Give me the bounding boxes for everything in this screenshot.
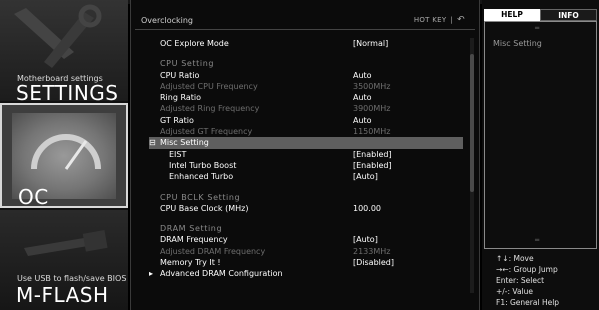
dram-frequency-value[interactable]: [Auto] [353, 234, 378, 245]
sidebar-item-settings[interactable]: Motherboard settings SETTINGS [0, 0, 128, 101]
cpu-ratio-label: CPU Ratio [160, 70, 200, 80]
adjusted-ring-frequency-label: Adjusted Ring Frequency [160, 104, 260, 114]
advanced-dram-configuration-row[interactable]: ▸ Advanced DRAM Configuration [131, 268, 471, 279]
help-tabs: HELP INFO [484, 9, 597, 21]
adjusted-gt-frequency-row: Adjusted GT Frequency 1150MHz [131, 126, 471, 137]
cpu-setting-heading-label: CPU Setting [160, 59, 215, 69]
adjusted-cpu-frequency-label: Adjusted CPU Frequency [160, 81, 258, 91]
tools-icon [14, 4, 102, 68]
enhanced-turbo-row[interactable]: Enhanced Turbo [Auto] [131, 171, 471, 182]
enhanced-turbo-label: Enhanced Turbo [169, 172, 234, 182]
adjusted-cpu-frequency-row: Adjusted CPU Frequency 3500MHz [131, 81, 471, 92]
advanced-dram-configuration-label: Advanced DRAM Configuration [160, 269, 283, 279]
eist-label: EIST [169, 149, 187, 159]
hotkey-label[interactable]: HOT KEY [414, 16, 447, 24]
cpu-base-clock-value[interactable]: 100.00 [353, 203, 381, 214]
ring-ratio-label: Ring Ratio [160, 93, 202, 103]
memory-try-it-label: Memory Try It ! [160, 258, 221, 268]
tab-info[interactable]: INFO [540, 9, 597, 21]
key-value: +/-: Value [496, 287, 534, 296]
dram-setting-heading: DRAM Setting [131, 223, 471, 234]
dram-frequency-label: DRAM Frequency [160, 235, 228, 245]
gt-ratio-value[interactable]: Auto [353, 115, 372, 126]
key-move: ↑↓: Move [496, 254, 534, 263]
adjusted-gt-frequency-label: Adjusted GT Frequency [160, 127, 253, 137]
breadcrumb: Overclocking [141, 16, 193, 25]
dram-frequency-row[interactable]: DRAM Frequency [Auto] [131, 234, 471, 245]
cpu-base-clock-row[interactable]: CPU Base Clock (MHz) 100.00 [131, 203, 471, 214]
help-text: Misc Setting [493, 39, 542, 48]
memory-try-it-row[interactable]: Memory Try It ! [Disabled] [131, 257, 471, 268]
key-general-help: F1: General Help [496, 298, 560, 307]
ring-ratio-row[interactable]: Ring Ratio Auto [131, 92, 471, 103]
ring-ratio-value[interactable]: Auto [353, 92, 372, 103]
usb-icon [24, 230, 108, 256]
settings-title: SETTINGS [16, 81, 119, 101]
adjusted-cpu-frequency-value: 3500MHz [353, 81, 391, 91]
header-divider [135, 29, 475, 30]
oc-explore-mode-label: OC Explore Mode [160, 39, 229, 48]
mflash-title: M-FLASH [16, 283, 109, 307]
eist-value[interactable]: [Enabled] [353, 149, 392, 160]
intel-turbo-boost-value[interactable]: [Enabled] [353, 160, 392, 171]
cpu-bclk-setting-heading: CPU BCLK Setting [131, 192, 471, 203]
mflash-subtitle: Use USB to flash/save BIOS [17, 274, 127, 283]
intel-turbo-boost-row[interactable]: Intel Turbo Boost [Enabled] [131, 160, 471, 171]
key-select: Enter: Select [496, 276, 545, 285]
adjusted-dram-frequency-label: Adjusted DRAM Frequency [160, 246, 266, 256]
cpu-bclk-setting-heading-label: CPU BCLK Setting [160, 192, 241, 202]
main-panel: Overclocking HOT KEY | ↶ OC Explore Mode [… [130, 0, 480, 310]
gt-ratio-row[interactable]: GT Ratio Auto [131, 115, 471, 126]
misc-setting-row[interactable]: ⊟ Misc Setting [149, 137, 463, 149]
cpu-ratio-value[interactable]: Auto [353, 70, 372, 81]
tab-help[interactable]: HELP [484, 9, 540, 21]
cpu-ratio-row[interactable]: CPU Ratio Auto [131, 70, 471, 81]
key-group-jump: →←: Group Jump [496, 265, 558, 274]
adjusted-ring-frequency-row: Adjusted Ring Frequency 3900MHz [131, 103, 471, 114]
eist-row[interactable]: EIST [Enabled] [131, 149, 471, 160]
help-box [484, 21, 597, 249]
speedometer-icon [31, 134, 101, 170]
adjusted-dram-frequency-value: 2133MHz [353, 246, 391, 256]
adjusted-gt-frequency-value: 1150MHz [353, 127, 391, 137]
scrollbar[interactable] [470, 38, 474, 293]
enhanced-turbo-value[interactable]: [Auto] [353, 171, 378, 182]
sidebar-item-oc[interactable]: OC [0, 103, 128, 208]
adjusted-ring-frequency-value: 3900MHz [353, 104, 391, 114]
help-panel: HELP INFO ═ Misc Setting ═ ↑↓: Move →←: … [482, 0, 599, 310]
adjusted-dram-frequency-row: Adjusted DRAM Frequency 2133MHz [131, 246, 471, 257]
misc-setting-label: Misc Setting [160, 138, 209, 148]
gt-ratio-label: GT Ratio [160, 115, 194, 125]
scrollbar-thumb[interactable] [470, 54, 474, 192]
collapse-icon[interactable]: ⊟ [149, 137, 156, 148]
memory-try-it-value[interactable]: [Disabled] [353, 257, 394, 268]
scroll-up-icon[interactable]: ═ [535, 24, 539, 32]
oc-explore-mode-value[interactable]: [Normal] [353, 38, 388, 49]
oc-title: OC [18, 185, 49, 208]
cpu-base-clock-label: CPU Base Clock (MHz) [160, 203, 249, 213]
cpu-setting-heading: CPU Setting [131, 58, 471, 69]
hotkey-separator: | [450, 16, 454, 24]
expand-arrow-icon: ▸ [149, 269, 154, 279]
dram-setting-heading-label: DRAM Setting [160, 224, 223, 234]
oc-explore-mode-row[interactable]: OC Explore Mode [Normal] [131, 38, 471, 49]
sidebar-item-mflash[interactable]: Use USB to flash/save BIOS M-FLASH [0, 210, 128, 310]
intel-turbo-boost-label: Intel Turbo Boost [169, 160, 237, 170]
key-legend: ↑↓: Move →←: Group Jump Enter: Select +/… [496, 253, 559, 308]
settings-list: OC Explore Mode [Normal] CPU Setting CPU… [131, 38, 471, 280]
back-icon[interactable]: ↶ [457, 15, 465, 25]
hotkey-bar: HOT KEY | ↶ [414, 15, 465, 25]
scroll-down-icon[interactable]: ═ [535, 236, 539, 244]
sidebar: Motherboard settings SETTINGS OC Use USB… [0, 0, 128, 310]
